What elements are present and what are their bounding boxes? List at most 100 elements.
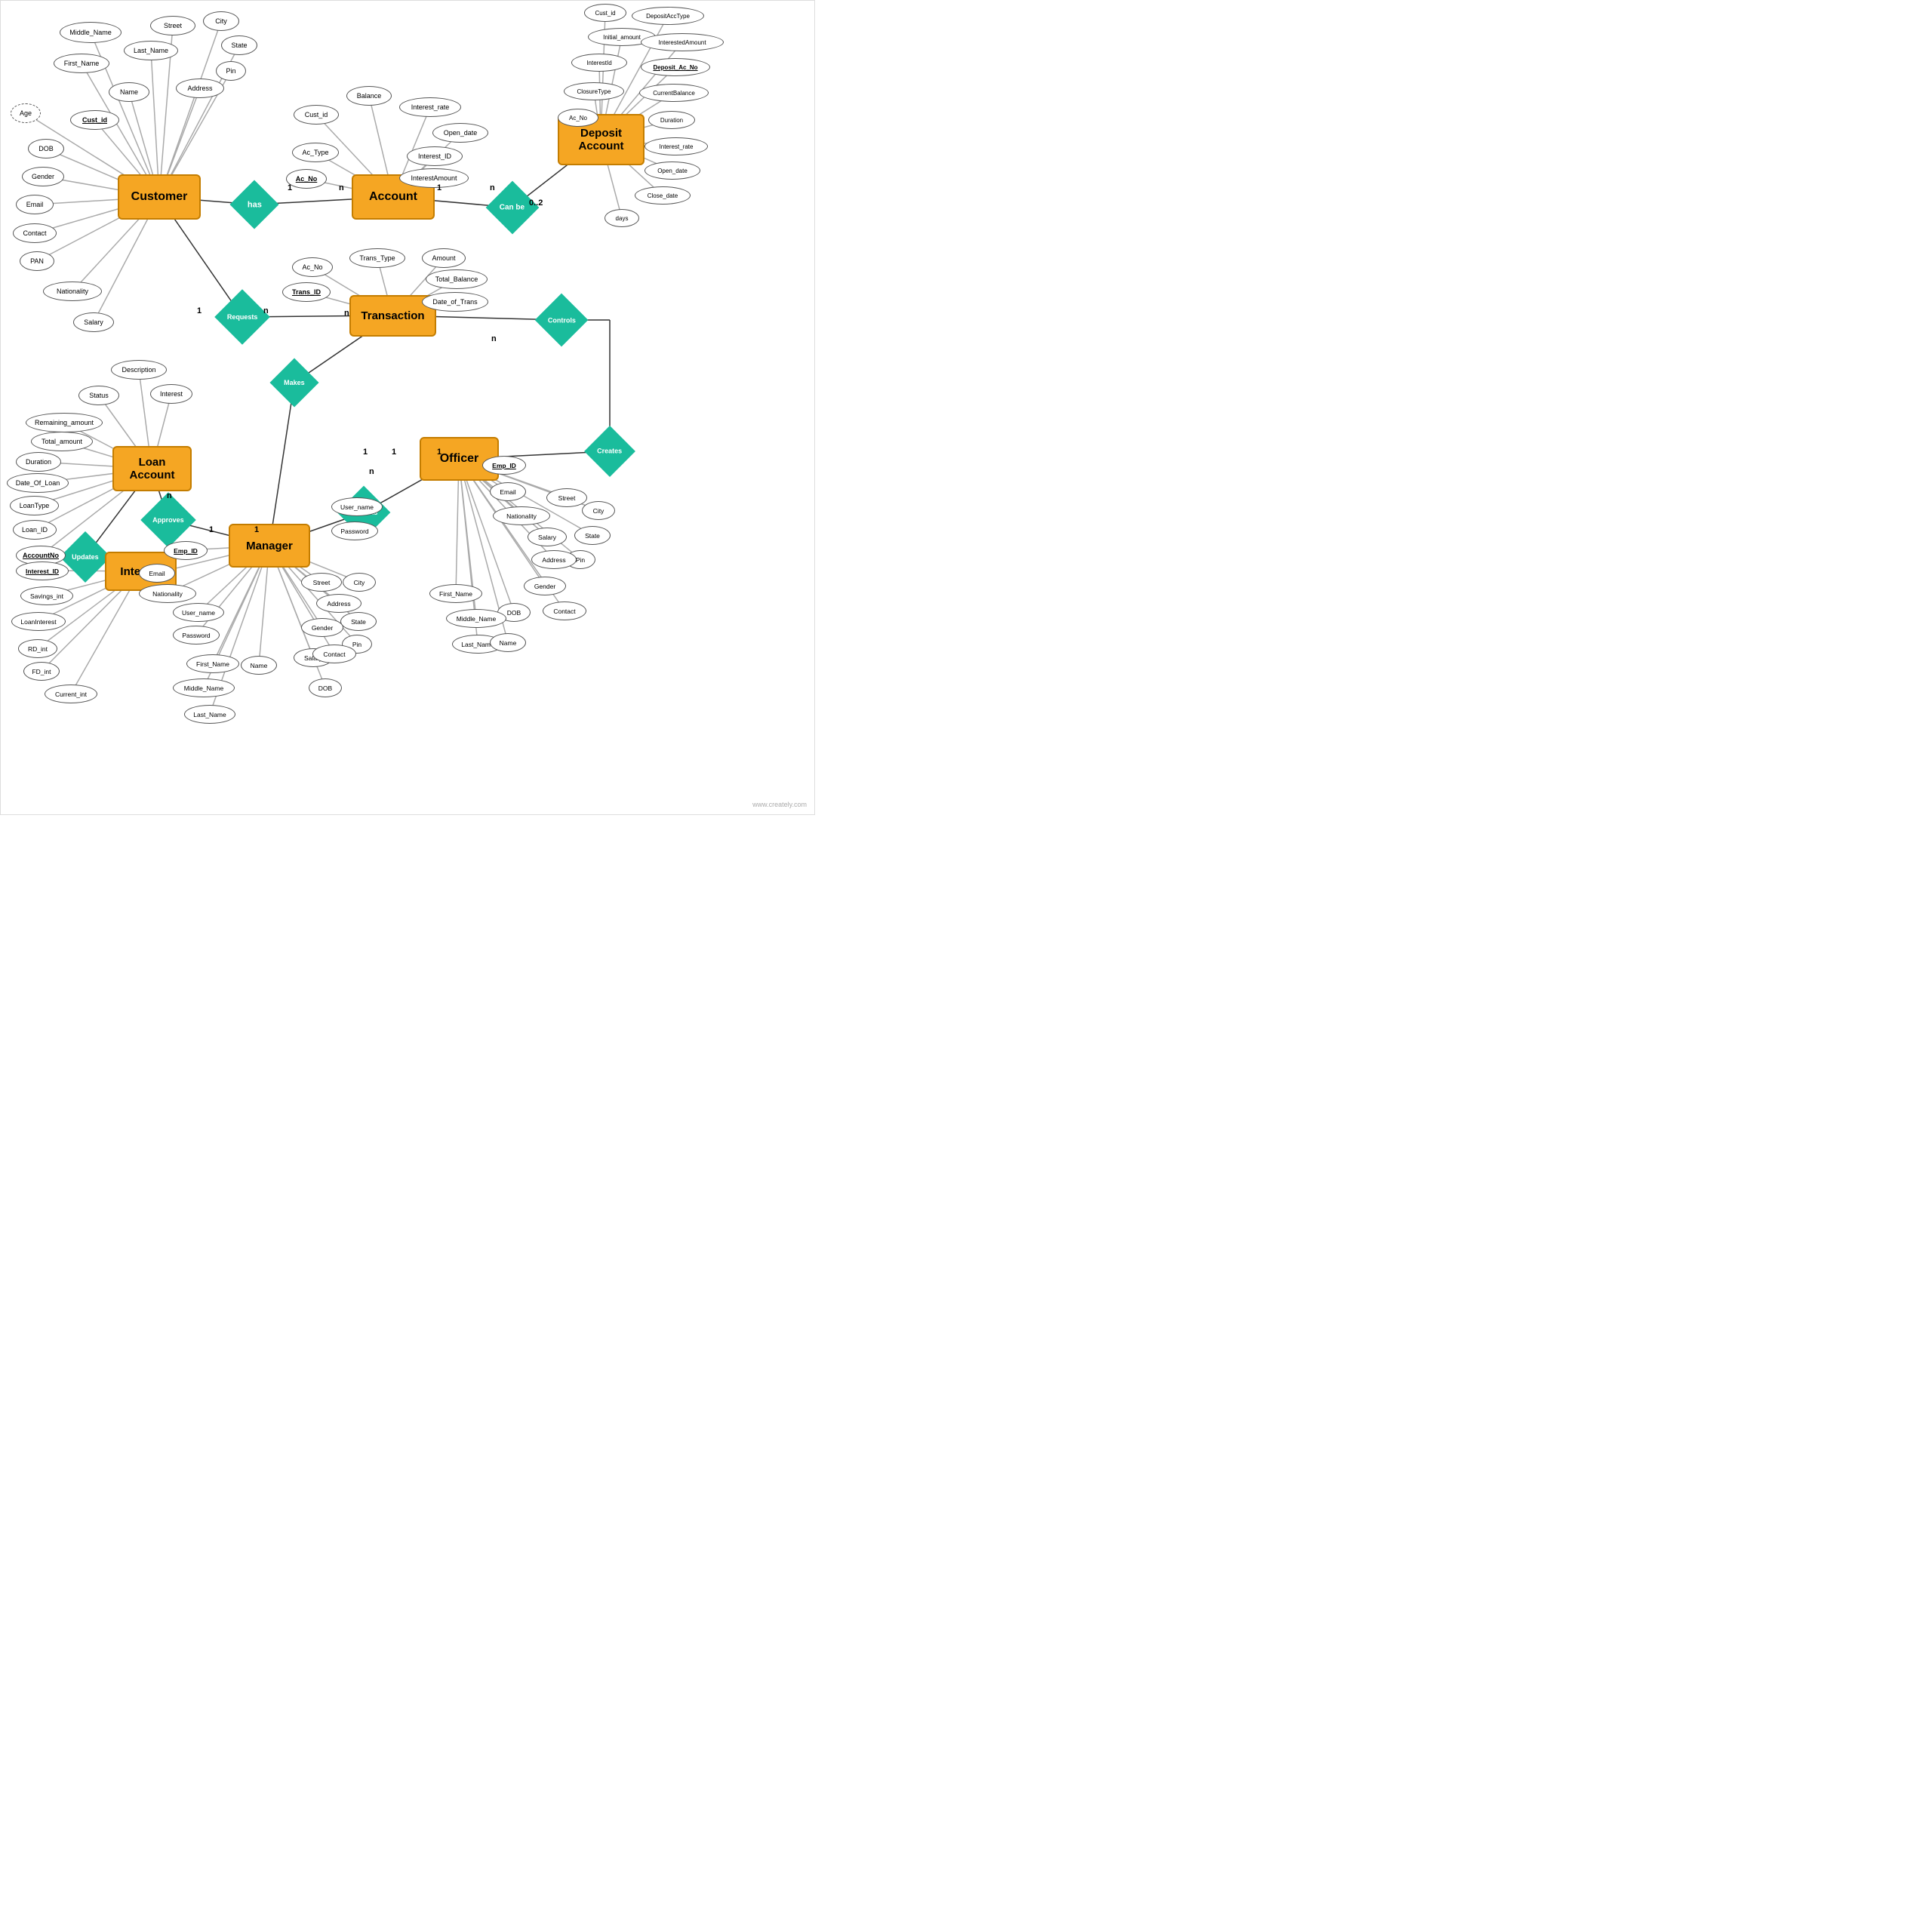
attr-ac-type: Ac_Type <box>292 143 339 162</box>
attr-city-mgr: City <box>343 573 376 592</box>
attr-nationality-cust: Nationality <box>43 281 102 301</box>
relation-requests-label: Requests <box>227 313 258 321</box>
attr-open-date-dep: Open_date <box>645 162 700 180</box>
cardinality-label: 1 <box>254 525 259 534</box>
relation-creates: Creates <box>584 426 635 477</box>
attr-name-mgr: Name <box>241 656 277 675</box>
attr-date-of-trans: Date_of_Trans <box>422 292 488 312</box>
relation-controls: Controls <box>535 294 589 347</box>
attr-middle-name: Middle_Name <box>60 22 122 43</box>
attr-total-balance: Total_Balance <box>426 269 488 289</box>
cardinality-label: n <box>344 309 349 318</box>
attr-status: Status <box>78 386 119 405</box>
attr-rd-int: RD_int <box>18 639 57 658</box>
attr-current-balance: CurrentBalance <box>639 84 709 102</box>
relation-approves: Approves <box>140 492 196 548</box>
attr-interested-amount: InterestedAmount <box>641 33 724 51</box>
attr-cust-id: Cust_id <box>70 110 119 130</box>
attr-email-off: Email <box>490 482 526 501</box>
attr-username-gov: User_name <box>331 497 383 516</box>
relation-makes: Makes <box>269 358 318 407</box>
cardinality-label: n <box>490 183 495 192</box>
cardinality-label: n <box>491 334 497 343</box>
attr-trans-type: Trans_Type <box>349 248 405 268</box>
attr-amount: Amount <box>422 248 466 268</box>
attr-gender-mgr: Gender <box>301 618 343 637</box>
attr-last-name: Last_Name <box>124 41 178 60</box>
attr-address-mgr: Address <box>316 594 361 613</box>
entity-deposit-label: DepositAccount <box>579 127 624 152</box>
attr-loan-id: Loan_ID <box>13 520 57 540</box>
cardinality-label: 1 <box>392 448 396 457</box>
er-diagram-canvas: Customer Account DepositAccount Transact… <box>0 0 815 815</box>
attr-deposit-ac-no: Deposit_Ac_No <box>641 58 710 76</box>
cardinality-label: n <box>339 183 344 192</box>
entity-transaction-label: Transaction <box>361 309 424 322</box>
entity-officer-label: Officer <box>440 452 479 466</box>
attr-pin-cust: Pin <box>216 61 246 81</box>
attr-emp-id-off: Emp_ID <box>482 456 526 475</box>
attr-closure-type: ClosureType <box>564 82 624 100</box>
attr-state-cust: State <box>221 35 257 55</box>
attr-password-gov: Password <box>331 521 378 540</box>
attr-city-off: City <box>582 501 615 520</box>
attr-date-of-loan: Date_Of_Loan <box>7 473 69 493</box>
relation-updates: Updates <box>60 531 111 583</box>
cardinality-label: 1 <box>209 525 214 534</box>
relation-has-label: has <box>248 200 262 209</box>
attr-current-int: Current_int <box>45 685 97 703</box>
attr-open-date-acc: Open_date <box>432 123 488 143</box>
relation-has: has <box>229 180 278 229</box>
attr-interest-loan: Interest <box>150 384 192 404</box>
cardinality-label: 1 <box>288 183 292 192</box>
attr-interest-id-dep: InterestId <box>571 54 627 72</box>
attr-total-amount: Total_amount <box>31 432 93 451</box>
entity-manager-label: Manager <box>246 540 293 552</box>
attr-nationality-off: Nationality <box>493 506 550 525</box>
attr-loan-type: LoanType <box>10 496 59 515</box>
attr-interest-id-acc: Interest_ID <box>407 146 463 166</box>
attr-interest-rate-acc: Interest_rate <box>399 97 461 117</box>
attr-days: days <box>605 209 639 227</box>
attr-nationality-mgr: Nationality <box>139 584 196 603</box>
attr-middle-name-mgr: Middle_Name <box>173 678 235 697</box>
attr-email-cust: Email <box>16 195 54 214</box>
cardinality-label: 0..2 <box>529 198 543 208</box>
attr-middle-name-off: Middle_Name <box>446 609 506 628</box>
attr-description: Description <box>111 360 167 380</box>
attr-cust-id-dep: Cust_id <box>584 4 626 22</box>
cardinality-label: n <box>167 491 172 500</box>
cardinality-label: 1 <box>363 448 368 457</box>
attr-ac-no-trans: Ac_No <box>292 257 333 277</box>
attr-username-mgr: User_name <box>173 603 224 622</box>
attr-remaining-amount: Remaining_amount <box>26 413 103 432</box>
entity-loan-account: LoanAccount <box>112 446 192 491</box>
cardinality-label: 1 <box>437 183 441 192</box>
attr-dob-cust: DOB <box>28 139 64 158</box>
attr-contact-off: Contact <box>543 601 586 620</box>
entity-customer: Customer <box>118 174 201 220</box>
attr-state-off: State <box>574 526 611 545</box>
attr-duration-loan: Duration <box>16 452 61 472</box>
attr-age: Age <box>11 103 41 123</box>
cardinality-label: n <box>369 467 374 476</box>
attr-contact-mgr: Contact <box>312 645 356 663</box>
attr-salary-off: Salary <box>528 528 567 546</box>
attr-street-off: Street <box>546 488 587 507</box>
attr-trans-id: Trans_ID <box>282 282 331 302</box>
cardinality-label: 1 <box>197 306 202 315</box>
attr-dob-mgr: DOB <box>309 678 342 697</box>
watermark: www.creately.com <box>752 801 807 808</box>
attr-gender-off: Gender <box>524 577 566 595</box>
relation-updates-label: Updates <box>72 553 99 561</box>
relation-approves-label: Approves <box>152 516 184 524</box>
attr-interest-rate-dep: Interest_rate <box>645 137 708 155</box>
relation-makes-label: Makes <box>284 379 305 386</box>
attr-first-name-mgr: First_Name <box>186 654 239 673</box>
attr-address-cust: Address <box>176 78 224 98</box>
attr-city-cust: City <box>203 11 239 31</box>
attr-interest-amount-acc: InterestAmount <box>399 168 469 188</box>
attr-first-name-off: First_Name <box>429 584 482 603</box>
attr-name-cust: Name <box>109 82 149 102</box>
attr-fd-int: FD_int <box>23 662 60 681</box>
